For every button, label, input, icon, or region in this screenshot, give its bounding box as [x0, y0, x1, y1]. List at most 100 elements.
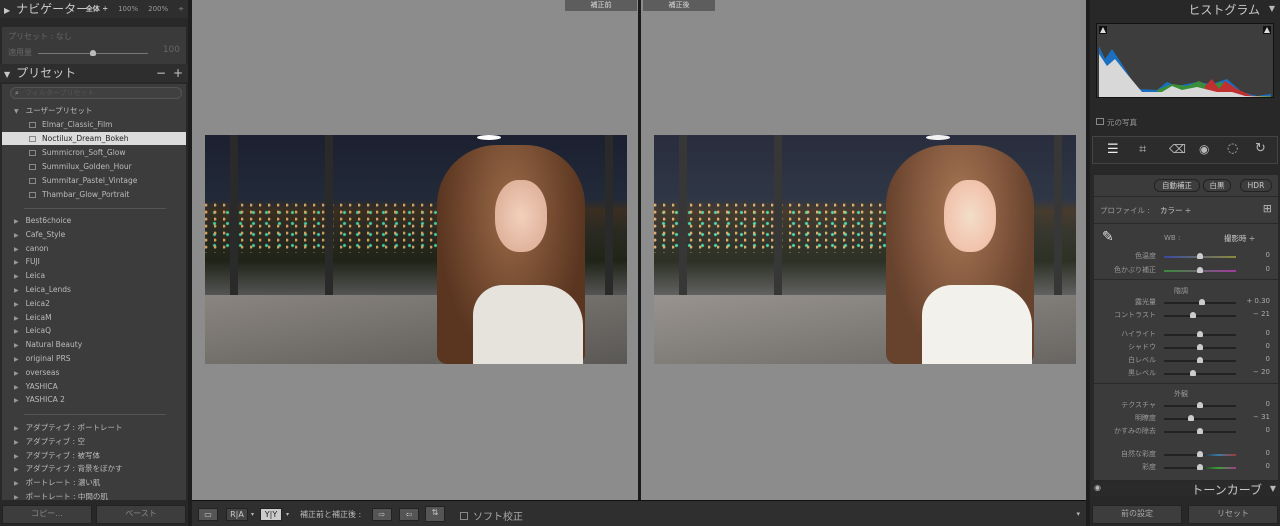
chevron-down-icon[interactable]: ▾ — [286, 511, 289, 518]
toolbar-menu-icon[interactable]: ▾ — [1076, 510, 1080, 518]
preset-group[interactable]: ▶ Best6choice — [2, 214, 186, 227]
preset-item[interactable]: Summitar_Pastel_Vintage — [2, 174, 186, 187]
slider-knob[interactable] — [1197, 428, 1203, 434]
slider-value[interactable]: 0 — [1266, 355, 1270, 363]
copy-after-to-before-button[interactable]: ⇦ — [399, 508, 419, 521]
zoom-100[interactable]: 100% — [118, 5, 138, 13]
zoom-fit[interactable]: 全体 ÷ — [86, 5, 108, 13]
black-white-button[interactable]: 白黒 — [1203, 179, 1231, 192]
slider-value[interactable]: − 31 — [1253, 413, 1270, 421]
heal-eraser-icon[interactable]: ⌫ — [1169, 142, 1186, 156]
expand-icon[interactable]: ▼ — [1270, 484, 1276, 493]
preset-group[interactable]: ▶ LeicaM — [2, 311, 186, 324]
slider-track[interactable] — [1164, 331, 1236, 337]
slider-track[interactable] — [1164, 312, 1236, 318]
soft-proof-checkbox[interactable] — [460, 512, 468, 520]
preset-group[interactable]: ▶ アダプティブ : 背景をぼかす — [2, 462, 186, 475]
profile-browser-icon[interactable]: ⊞ — [1263, 202, 1272, 215]
preset-group[interactable]: ▶ アダプティブ : 被写体 — [2, 449, 186, 462]
slider-knob[interactable] — [90, 50, 96, 56]
slider-knob[interactable] — [1187, 415, 1194, 421]
slider-value[interactable]: 0 — [1266, 342, 1270, 350]
preset-group[interactable]: ▶ Leica — [2, 269, 186, 282]
before-photo[interactable] — [205, 135, 627, 364]
previous-settings-button[interactable]: 前の設定 — [1092, 505, 1182, 524]
preset-group[interactable]: ▶ ポートレート : 中間の肌 — [2, 490, 186, 500]
slider-track[interactable] — [1164, 299, 1236, 305]
wb-eyedropper-icon[interactable]: ✎ — [1102, 229, 1114, 245]
preset-item[interactable]: Summicron_Soft_Glow — [2, 146, 186, 159]
crop-icon[interactable]: ⌗ — [1139, 142, 1146, 157]
slider-knob[interactable] — [1197, 357, 1203, 363]
histogram-title[interactable]: ヒストグラム — [1188, 1, 1260, 18]
add-preset-icon[interactable]: + — [173, 64, 183, 82]
slider-value[interactable]: − 20 — [1253, 368, 1270, 376]
hdr-button[interactable]: HDR — [1240, 179, 1272, 192]
preset-item[interactable]: Elmar_Classic_Film — [2, 118, 186, 131]
preset-item[interactable]: Thambar_Glow_Portrait — [2, 188, 186, 201]
filter-presets-input[interactable]: ⌕ フィルタープリセット — [10, 87, 182, 99]
collapse-icon[interactable]: ▼ — [1269, 4, 1275, 13]
wb-dropdown[interactable]: 撮影時 ÷ — [1224, 233, 1255, 244]
slider-knob[interactable] — [1197, 253, 1203, 259]
slider-knob[interactable] — [1197, 267, 1203, 273]
preset-group[interactable]: ▶ Leica2 — [2, 297, 186, 310]
slider-track[interactable] — [1164, 451, 1236, 457]
presets-header[interactable]: ▼ プリセット − + — [0, 64, 188, 82]
profile-dropdown[interactable]: カラー ÷ — [1160, 205, 1191, 216]
tone-curve-header[interactable]: ◉ トーンカーブ ▼ — [1090, 481, 1280, 497]
visibility-eye-icon[interactable]: ◉ — [1094, 483, 1101, 492]
slider-value[interactable]: 0 — [1266, 462, 1270, 470]
slider-knob[interactable] — [1197, 331, 1203, 337]
slider-value[interactable]: 0 — [1266, 265, 1270, 273]
preset-item[interactable]: Noctilux_Dream_Bokeh — [2, 132, 186, 145]
preset-group[interactable]: ▶ FUJI — [2, 255, 186, 268]
slider-knob[interactable] — [1197, 464, 1203, 470]
preset-group[interactable]: ▶ original PRS — [2, 352, 186, 365]
slider-value[interactable]: 0 — [1266, 449, 1270, 457]
slider-track[interactable] — [1164, 357, 1236, 363]
copy-button[interactable]: コピー... — [2, 505, 92, 524]
slider-value[interactable]: 0 — [1266, 329, 1270, 337]
slider-knob[interactable] — [1197, 402, 1203, 408]
before-after-lr-button[interactable]: R|A — [226, 508, 248, 521]
mask-icon[interactable]: ◌ — [1227, 141, 1238, 156]
preset-group[interactable]: ▶ YASHICA 2 — [2, 393, 186, 406]
loupe-view-button[interactable]: ▭ — [198, 508, 218, 521]
slider-track[interactable] — [1164, 464, 1236, 470]
slider-knob[interactable] — [1197, 344, 1203, 350]
red-eye-icon[interactable]: ◉ — [1199, 142, 1209, 156]
slider-track[interactable] — [1164, 428, 1236, 434]
slider-track[interactable] — [1164, 415, 1236, 421]
preset-group[interactable]: ▶ Cafe_Style — [2, 228, 186, 241]
preset-group[interactable]: ▶ Natural Beauty — [2, 338, 186, 351]
preset-group[interactable]: ▶ overseas — [2, 366, 186, 379]
slider-knob[interactable] — [1199, 299, 1206, 305]
preset-group[interactable]: ▶ アダプティブ : ポートレート — [2, 421, 186, 434]
zoom-dropdown[interactable]: ÷ — [178, 5, 184, 13]
slider-value[interactable]: − 21 — [1253, 310, 1270, 318]
zoom-200[interactable]: 200% — [148, 5, 168, 13]
slider-track[interactable] — [1164, 402, 1236, 408]
slider-value[interactable]: 0 — [1266, 251, 1270, 259]
preset-group[interactable]: ▶ ポートレート : 濃い肌 — [2, 476, 186, 489]
auto-button[interactable]: 自動補正 — [1154, 179, 1200, 192]
slider-value[interactable]: 0 — [1266, 426, 1270, 434]
slider-track[interactable] — [1164, 344, 1236, 350]
after-photo[interactable] — [654, 135, 1076, 364]
slider-knob[interactable] — [1189, 312, 1196, 318]
preset-group[interactable]: ▶ LeicaQ — [2, 324, 186, 337]
slider-track[interactable] — [1164, 370, 1236, 376]
edit-sliders-icon[interactable]: ☰ — [1107, 142, 1119, 157]
slider-value[interactable]: + 0.30 — [1246, 297, 1270, 305]
copy-before-to-after-button[interactable]: ⇨ — [372, 508, 392, 521]
swap-button[interactable]: ⇅ — [425, 506, 445, 522]
paste-button[interactable]: ペースト — [96, 505, 186, 524]
preset-group[interactable]: ▶ canon — [2, 242, 186, 255]
preset-group[interactable]: ▶ Leica_Lends — [2, 283, 186, 296]
preset-group-user[interactable]: ▼ ユーザープリセット — [2, 104, 186, 117]
slider-track[interactable] — [1164, 253, 1236, 259]
before-after-split-button[interactable]: Y|Y — [260, 508, 282, 521]
histogram[interactable] — [1096, 23, 1274, 98]
reset-rotate-icon[interactable]: ↻ — [1255, 141, 1266, 156]
